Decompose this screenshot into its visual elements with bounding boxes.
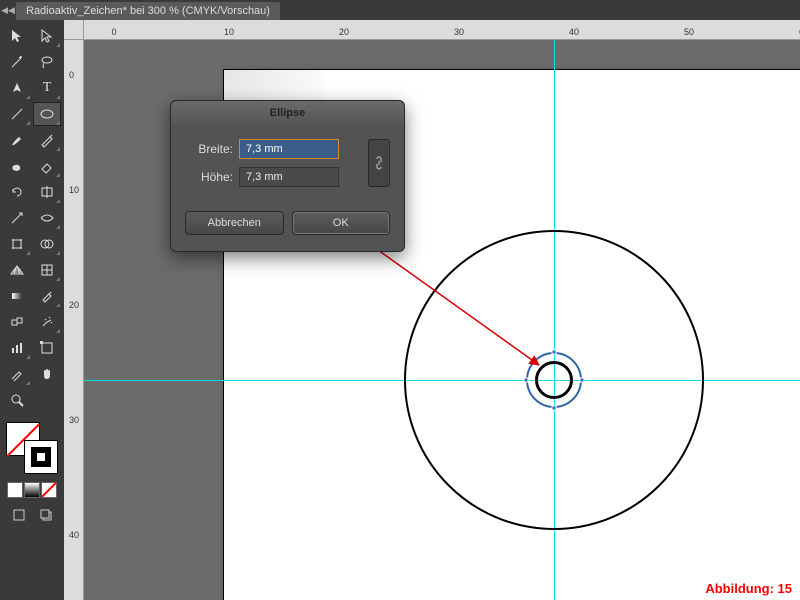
ruler-h-label: 0 [111, 27, 116, 37]
ruler-horizontal[interactable]: 0 10 20 30 40 50 60 [84, 20, 800, 40]
height-input[interactable] [239, 167, 339, 187]
perspective-grid-tool[interactable] [3, 258, 31, 282]
line-tool[interactable] [3, 102, 31, 126]
anchor-point[interactable] [552, 406, 557, 411]
ruler-h-label: 30 [454, 27, 464, 37]
anchor-point[interactable] [580, 378, 585, 383]
toolbox: T [0, 20, 64, 600]
figure-caption: Abbildung: 15 [705, 581, 792, 596]
inner-circle-path[interactable] [535, 361, 573, 399]
blob-brush-tool[interactable] [3, 154, 31, 178]
dialog-title[interactable]: Ellipse [171, 101, 404, 125]
ruler-h-label: 50 [684, 27, 694, 37]
ellipse-dialog: Ellipse Breite: Höhe: Abbrechen OK [170, 100, 405, 252]
mesh-tool[interactable] [33, 258, 61, 282]
anchor-point[interactable] [552, 350, 557, 355]
width-label: Breite: [185, 142, 239, 156]
draw-normal-icon[interactable] [6, 504, 32, 526]
pencil-tool[interactable] [33, 128, 61, 152]
eraser-tool[interactable] [33, 154, 61, 178]
document-title: Radioaktiv_Zeichen* bei 300 % (CMYK/Vors… [26, 5, 270, 17]
symbol-sprayer-tool[interactable] [33, 310, 61, 334]
ruler-v-label: 20 [69, 300, 79, 310]
selection-tool[interactable] [3, 24, 31, 48]
constrain-link-icon[interactable] [368, 139, 390, 187]
scale-tool[interactable] [3, 206, 31, 230]
ruler-h-label: 10 [224, 27, 234, 37]
eyedropper-tool[interactable] [33, 284, 61, 308]
hand-tool[interactable] [33, 362, 61, 386]
none-fill-icon[interactable] [41, 482, 57, 498]
draw-mode-row [6, 504, 59, 526]
artboard-tool[interactable] [33, 336, 61, 360]
blend-tool[interactable] [3, 310, 31, 334]
free-transform-tool[interactable] [3, 232, 31, 256]
ruler-v-label: 10 [69, 185, 79, 195]
document-tabbar: ◀◀ Radioaktiv_Zeichen* bei 300 % (CMYK/V… [0, 0, 800, 20]
shape-builder-tool[interactable] [33, 232, 61, 256]
fill-stroke-swatch[interactable] [4, 420, 60, 476]
reflect-tool[interactable] [33, 180, 61, 204]
collapse-icon[interactable]: ◀◀ [0, 5, 16, 16]
empty-tool-slot [33, 388, 61, 412]
stroke-swatch[interactable] [24, 440, 58, 474]
color-mode-row [7, 482, 57, 498]
color-fill-icon[interactable] [7, 482, 23, 498]
column-graph-tool[interactable] [3, 336, 31, 360]
width-input[interactable] [239, 139, 339, 159]
ruler-v-label: 30 [69, 415, 79, 425]
direct-selection-tool[interactable] [33, 24, 61, 48]
dialog-title-text: Ellipse [270, 107, 305, 119]
draw-behind-icon[interactable] [33, 504, 59, 526]
brush-tool[interactable] [3, 128, 31, 152]
cancel-button[interactable]: Abbrechen [185, 211, 284, 235]
ruler-h-label: 40 [569, 27, 579, 37]
zoom-tool[interactable] [3, 388, 31, 412]
pen-tool[interactable] [3, 76, 31, 100]
ruler-v-label: 0 [69, 70, 74, 80]
ruler-vertical[interactable]: 0 10 20 30 40 [64, 40, 84, 600]
anchor-point[interactable] [524, 378, 529, 383]
ruler-origin[interactable] [64, 20, 84, 40]
document-tab[interactable]: Radioaktiv_Zeichen* bei 300 % (CMYK/Vors… [16, 2, 280, 20]
rotate-tool[interactable] [3, 180, 31, 204]
gradient-fill-icon[interactable] [24, 482, 40, 498]
ellipse-tool[interactable] [33, 102, 61, 126]
lasso-tool[interactable] [33, 50, 61, 74]
gradient-tool[interactable] [3, 284, 31, 308]
ruler-h-label: 20 [339, 27, 349, 37]
slice-tool[interactable] [3, 362, 31, 386]
width-tool[interactable] [33, 206, 61, 230]
ok-button[interactable]: OK [292, 211, 391, 235]
height-label: Höhe: [185, 170, 239, 184]
ruler-v-label: 40 [69, 530, 79, 540]
type-tool[interactable]: T [33, 76, 61, 100]
magic-wand-tool[interactable] [3, 50, 31, 74]
